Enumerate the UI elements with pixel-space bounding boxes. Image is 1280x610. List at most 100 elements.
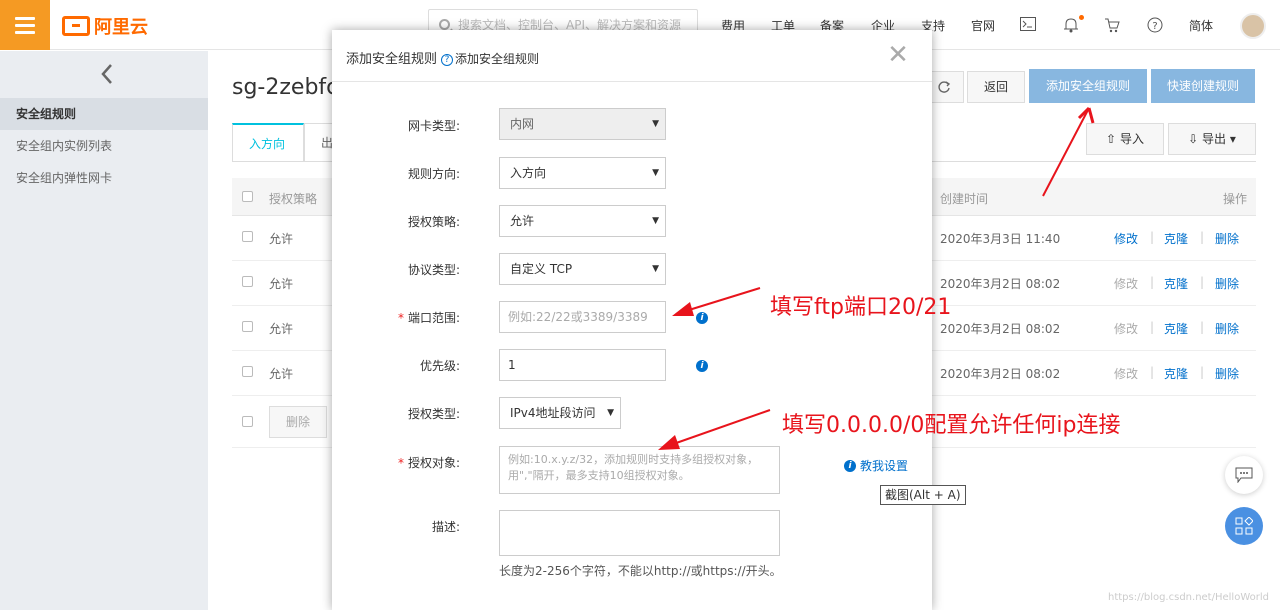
column-header-policy: 授权策略 [269,192,318,206]
nav-website[interactable]: 官网 [971,17,995,34]
row-checkbox[interactable] [242,321,253,332]
auth-type-label: 授权类型: [407,407,460,421]
chevron-down-icon: ▼ [652,168,659,178]
batch-delete-button[interactable]: 删除 [269,406,327,438]
dialog-help-link[interactable]: 添加安全组规则 [455,52,539,66]
cart-icon[interactable] [1104,17,1120,33]
direction-select[interactable]: 入方向 ▼ [499,157,666,189]
protocol-select[interactable]: 自定义 TCP ▼ [499,253,666,285]
select-all-checkbox[interactable] [242,191,253,202]
teach-me-link[interactable]: i 教我设置 [844,457,908,474]
export-label: 导出 [1202,132,1227,146]
edit-link: 修改 [1114,277,1139,291]
import-label: 导入 [1119,132,1144,146]
edit-link[interactable]: 修改 [1114,230,1138,247]
export-button[interactable]: ⇩ 导出 ▾ [1168,123,1256,155]
chevron-down-icon: ▼ [652,264,659,274]
avatar[interactable] [1240,13,1266,39]
page-title: sg-2zebfc [232,75,339,100]
clone-link[interactable]: 克隆 [1164,365,1188,382]
clone-link[interactable]: 克隆 [1164,230,1188,247]
required-mark: * [397,311,404,325]
watermark: https://blog.csdn.net/HelloWorld [1108,592,1269,603]
info-icon[interactable]: i [696,312,708,324]
dialog-header: 添加安全组规则? 添加安全组规则 ✕ [332,30,932,82]
upload-icon: ⇧ [1106,132,1117,146]
logo-icon [62,16,90,36]
protocol-value: 自定义 TCP [510,262,573,276]
quick-create-button[interactable]: 快速创建规则 [1151,69,1255,103]
edit-link: 修改 [1114,322,1139,336]
row-created: 2020年3月3日 11:40 [940,232,1061,246]
import-button[interactable]: ⇧ 导入 [1086,123,1164,155]
separator: | [1150,230,1155,244]
nic-type-label: 网卡类型: [407,119,460,133]
clone-link[interactable]: 克隆 [1164,320,1188,337]
delete-link[interactable]: 删除 [1215,275,1239,292]
direction-value: 入方向 [510,166,547,180]
description-label: 描述: [431,520,460,534]
row-policy: 允许 [269,232,294,246]
column-header-created: 创建时间 [940,192,989,206]
sidebar: 安全组规则 安全组内实例列表 安全组内弹性网卡 [0,51,208,610]
priority-input[interactable]: 1 [499,349,666,381]
chevron-down-icon: ▼ [607,408,614,418]
separator: | [1200,275,1205,289]
port-range-input[interactable]: 例如:22/22或3389/3389 [499,301,666,333]
delete-link[interactable]: 删除 [1215,230,1239,247]
row-checkbox[interactable] [242,366,253,377]
footer-checkbox[interactable] [242,416,253,427]
help-icon[interactable]: ? [1147,17,1163,33]
apps-icon[interactable] [1225,507,1263,545]
close-icon[interactable]: ✕ [886,40,910,70]
row-checkbox[interactable] [242,231,253,242]
dialog-title-row: 添加安全组规则? 添加安全组规则 [346,48,539,67]
separator: | [1200,230,1205,244]
bell-icon[interactable] [1063,17,1079,33]
teach-me-text: 教我设置 [860,459,909,473]
svg-text:?: ? [1152,21,1157,32]
port-range-label-text: 端口范围: [407,311,460,325]
required-mark: * [397,456,404,470]
language-switch[interactable]: 简体 [1189,17,1213,34]
help-icon[interactable]: ? [441,54,454,66]
tab-inbound[interactable]: 入方向 [232,123,304,161]
row-policy: 允许 [269,277,294,291]
clone-link[interactable]: 克隆 [1164,275,1188,292]
column-header-ops: 操作 [1223,192,1248,206]
screenshot-tooltip: 截图(Alt + A) [880,485,966,505]
row-created: 2020年3月2日 08:02 [940,367,1061,381]
menu-icon[interactable] [0,0,50,50]
dialog-title: 添加安全组规则 [346,52,438,67]
policy-select[interactable]: 允许 ▼ [499,205,666,237]
auth-object-label-text: 授权对象: [407,456,460,470]
info-icon: i [844,459,856,472]
add-rule-button[interactable]: 添加安全组规则 [1029,69,1147,103]
ip-annotation: 填写0.0.0.0/0配置允许任何ip连接 [782,413,1121,438]
policy-label: 授权策略: [407,215,460,229]
auth-object-textarea[interactable]: 例如:10.x.y.z/32，添加规则时支持多组授权对象，用","隔开，最多支持… [499,446,780,494]
sidebar-item-enis[interactable]: 安全组内弹性网卡 [0,162,208,194]
chevron-down-icon: ▾ [1229,132,1236,146]
delete-link[interactable]: 删除 [1215,365,1239,382]
chat-icon[interactable] [1225,456,1263,494]
sidebar-item-instances[interactable]: 安全组内实例列表 [0,130,208,162]
priority-label: 优先级: [419,359,460,373]
auth-object-label: * 授权对象: [332,454,460,471]
logo-text: 阿里云 [94,17,148,38]
logo[interactable]: 阿里云 [62,13,148,39]
delete-link[interactable]: 删除 [1215,320,1239,337]
auth-type-value: IPv4地址段访问 [510,406,596,420]
row-policy: 允许 [269,322,294,336]
back-button[interactable]: 返回 [967,71,1025,103]
description-hint: 长度为2-256个字符，不能以http://或https://开头。 [499,564,782,578]
description-textarea[interactable] [499,510,780,556]
separator: | [1150,365,1155,379]
terminal-icon[interactable] [1020,17,1036,33]
back-arrow-icon[interactable] [100,63,114,91]
info-icon[interactable]: i [696,360,708,372]
separator: | [1150,320,1155,334]
auth-type-select[interactable]: IPv4地址段访问 ▼ [499,397,621,429]
row-checkbox[interactable] [242,276,253,287]
sidebar-item-rules[interactable]: 安全组规则 [0,98,208,130]
